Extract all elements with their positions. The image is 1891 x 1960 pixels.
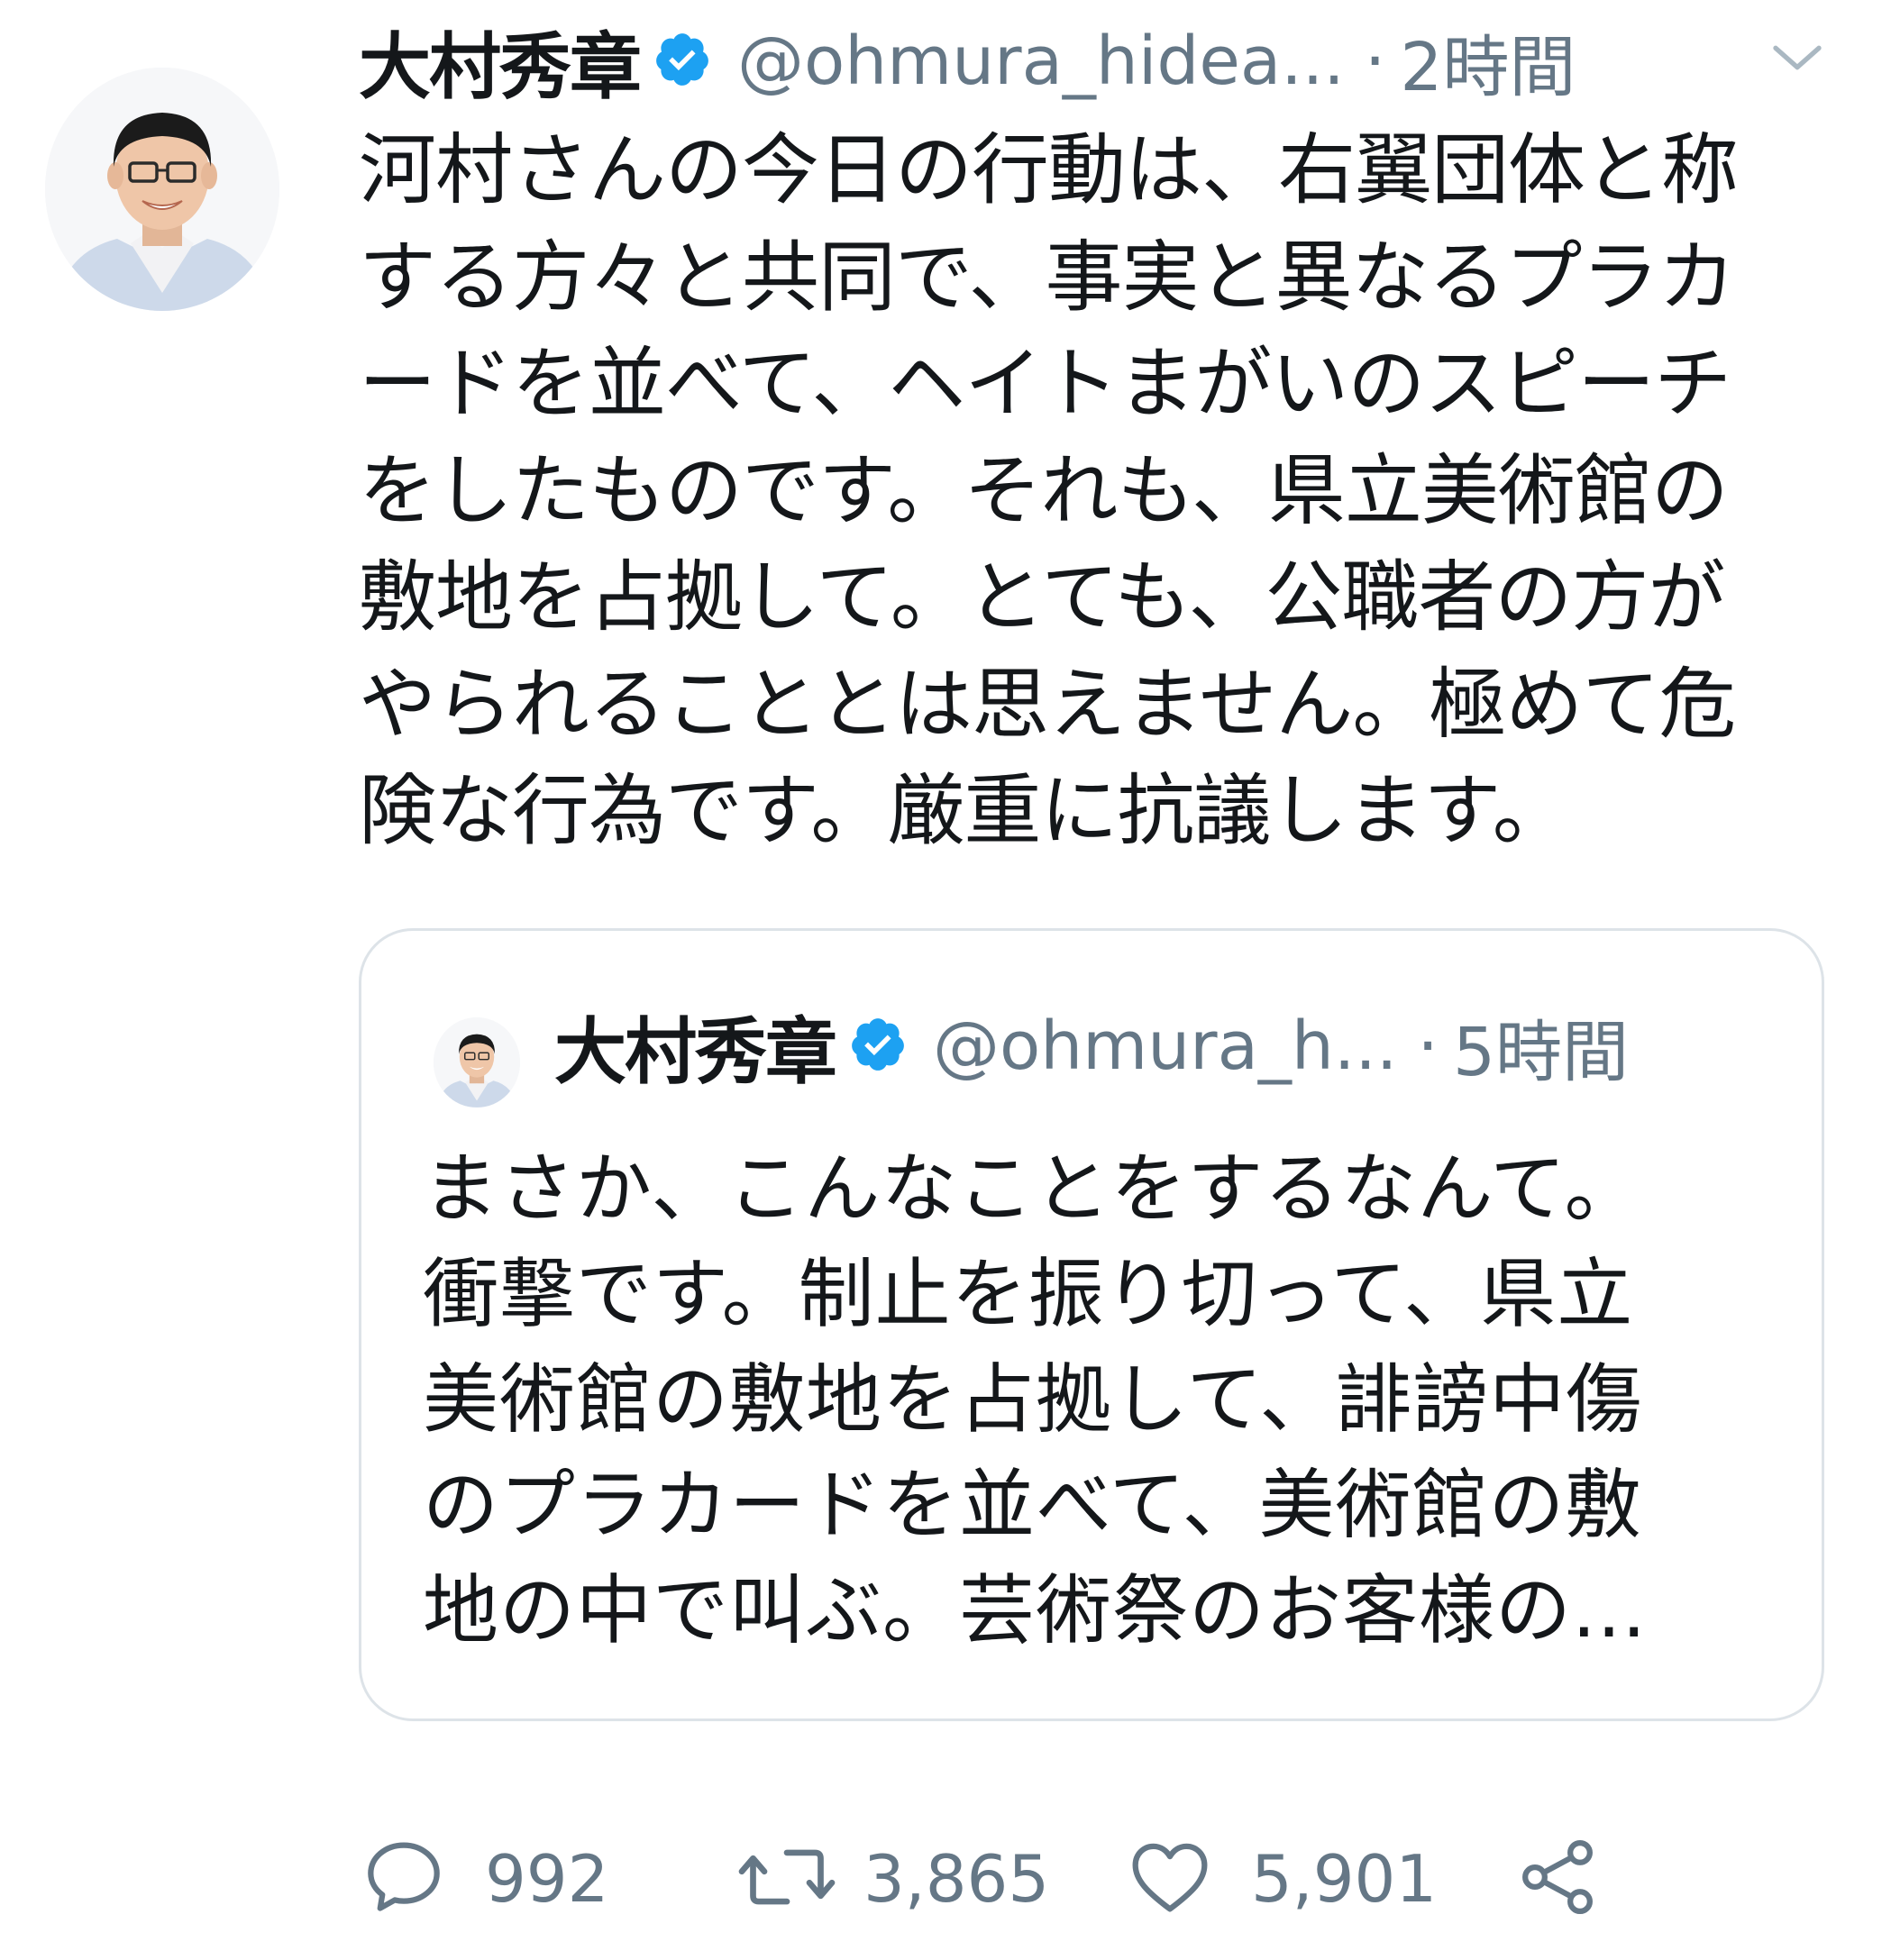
verified-badge-icon [653, 30, 712, 93]
author-handle[interactable]: @ohmura_hidea... [737, 23, 1345, 100]
tweet-timestamp[interactable]: 2時間 [1400, 14, 1576, 110]
like-count: 5,901 [1251, 1841, 1438, 1917]
retweet-button[interactable]: 3,865 [737, 1829, 1049, 1928]
reply-button[interactable]: 992 [359, 1829, 608, 1928]
tweet-text: 河村さんの今日の行動は、右翼団体と称 する方々と共同で、事実と異なるプラカ ード… [359, 125, 1739, 856]
header-separator: · [1364, 23, 1386, 100]
quoted-author-name: 大村秀章 [554, 1010, 837, 1094]
like-button[interactable]: 5,901 [1125, 1829, 1437, 1928]
tweet-header: 大村秀章 @ohmura_hidea... · 2時間 [359, 18, 1846, 109]
like-icon [1125, 1832, 1215, 1926]
retweet-icon [737, 1832, 836, 1926]
reply-icon [359, 1832, 449, 1926]
chevron-down-icon[interactable] [1768, 29, 1826, 90]
quoted-tweet-text: まさか、こんなことをするなんて。 衝撃です。制止を振り切って、県立 美術館の敷地… [423, 1144, 1648, 1655]
retweet-count: 3,865 [863, 1841, 1050, 1917]
verified-badge-icon [848, 1015, 908, 1078]
tweet-action-bar: 992 3,865 5,901 [359, 1829, 1846, 1928]
share-icon [1512, 1832, 1603, 1926]
share-button[interactable] [1512, 1829, 1603, 1928]
reply-count: 992 [485, 1841, 609, 1917]
quoted-tweet-timestamp: 5時間 [1452, 1013, 1630, 1091]
quoted-author-avatar [434, 1017, 520, 1108]
quoted-author-handle: @ohmura_h... [933, 1007, 1398, 1085]
author-name[interactable]: 大村秀章 [359, 9, 642, 114]
quoted-tweet[interactable]: 大村秀章 @ohmura_h... · 5時間 まさか、こんなことをするなんて。… [359, 928, 1824, 1721]
author-avatar[interactable] [45, 68, 279, 311]
quoted-header-separator: · [1417, 1007, 1439, 1085]
quoted-tweet-header: 大村秀章 @ohmura_h... · 5時間 [554, 1003, 1816, 1094]
